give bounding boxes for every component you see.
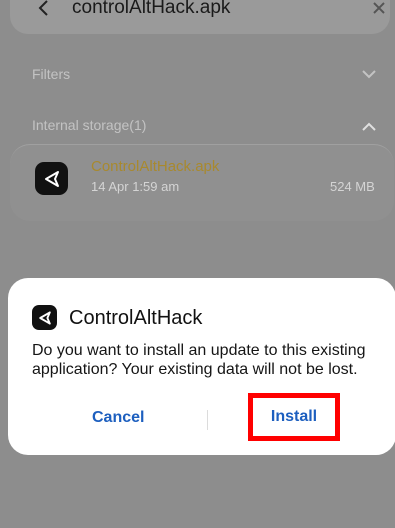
screen: controlAltHack.apk Filters Internal stor… (0, 0, 395, 528)
file-size: 524 MB (330, 179, 375, 194)
file-date: 14 Apr 1:59 am (91, 179, 180, 194)
button-divider (207, 410, 208, 430)
dialog-title: ControlAltHack (69, 307, 203, 329)
chevron-down-icon[interactable] (362, 70, 376, 79)
search-bar[interactable]: controlAltHack.apk (10, 0, 390, 34)
search-input[interactable]: controlAltHack.apk (72, 0, 230, 20)
unity-app-icon (35, 162, 68, 195)
filters-label[interactable]: Filters (32, 66, 70, 82)
file-name: ControlAltHack.apk (91, 158, 220, 175)
internal-storage-label[interactable]: Internal storage(1) (32, 117, 146, 133)
install-highlight-box: Install (248, 393, 340, 441)
install-button[interactable]: Install (271, 408, 317, 426)
unity-app-icon (32, 305, 57, 330)
cancel-button[interactable]: Cancel (92, 409, 144, 427)
close-icon[interactable] (371, 0, 387, 16)
install-dialog: ControlAltHack Do you want to install an… (8, 278, 395, 455)
chevron-up-icon[interactable] (362, 122, 376, 131)
dialog-message: Do you want to install an update to this… (32, 342, 366, 378)
back-arrow-icon[interactable] (32, 0, 56, 20)
